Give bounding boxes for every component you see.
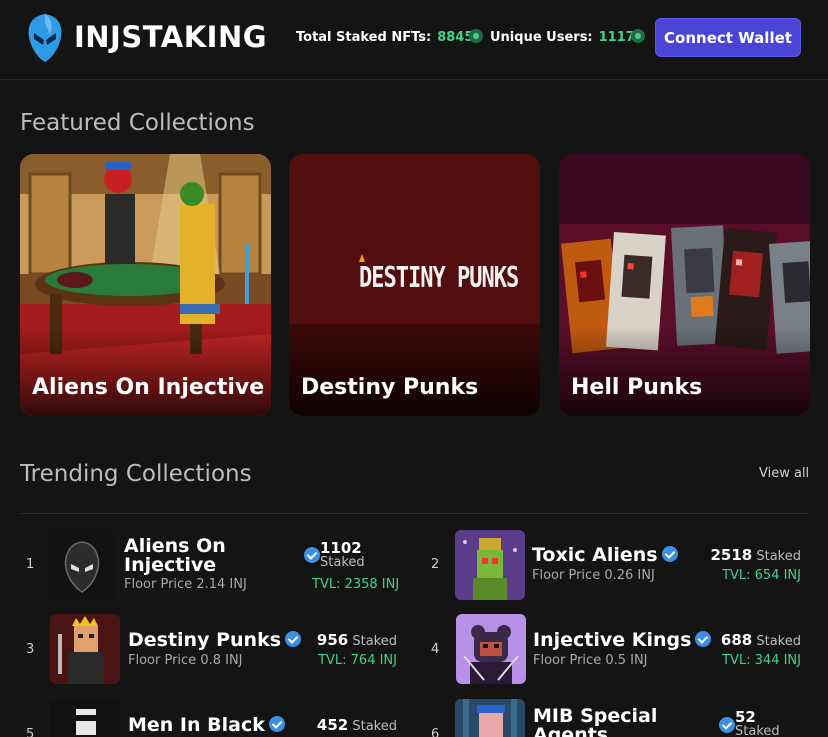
verified-badge-icon	[268, 716, 285, 732]
collection-name-wrap: Men In Black	[128, 716, 285, 735]
staked-label: Staked	[352, 634, 397, 649]
rank-number: 2	[431, 557, 440, 572]
collection-thumbnail	[47, 530, 117, 600]
floor-price: Floor Price 0.5 INJ	[533, 653, 648, 668]
collection-thumbnail	[456, 614, 526, 684]
total-staked-value: 8845	[437, 30, 474, 45]
floor-price: Floor Price 0.26 INJ	[532, 568, 655, 583]
collection-name: Injective Kings	[533, 629, 692, 651]
collection-name-wrap: Injective Kings	[533, 629, 712, 651]
collection-name: Destiny Punks	[128, 629, 282, 651]
staked-label: Staked	[756, 549, 801, 564]
staked-label: Staked	[756, 634, 801, 649]
staked-count: 688	[720, 631, 753, 649]
collection-thumbnail	[455, 699, 525, 737]
tvl-value: TVL: 344 INJ	[722, 653, 801, 668]
rank-number: 1	[26, 557, 35, 572]
featured-collections-title: Featured Collections	[20, 110, 255, 136]
card-overlay	[20, 326, 271, 416]
destiny-punks-logo-text: DESTINY PUNKS	[359, 262, 519, 295]
collection-name-wrap: Toxic Aliens	[532, 546, 678, 565]
staked-info: 2518 Staked	[700, 546, 801, 564]
connect-wallet-button[interactable]: Connect Wallet	[655, 18, 801, 57]
tvl-value: TVL: 764 INJ	[318, 653, 397, 668]
staked-count: 452	[316, 716, 349, 734]
brand-name[interactable]: INJSTAKING	[74, 20, 267, 54]
staked-count: 956	[316, 631, 349, 649]
card-overlay	[559, 326, 810, 416]
floor-price: Floor Price 2.14 INJ	[124, 577, 247, 592]
unique-users-value: 1117	[598, 30, 635, 45]
rank-number: 3	[26, 642, 35, 657]
featured-card-destiny-punks[interactable]: DESTINY PUNKS Destiny Punks	[289, 154, 540, 416]
alien-logo-icon[interactable]	[26, 13, 64, 63]
featured-card-title: Hell Punks	[571, 375, 703, 400]
section-divider	[20, 513, 809, 514]
collection-thumbnail	[50, 699, 120, 737]
collection-name: Men In Black	[128, 714, 265, 736]
collection-thumbnail	[50, 614, 120, 684]
unique-users-stat: Unique Users: 1117	[490, 29, 645, 45]
staked-info: 688 Staked	[700, 631, 801, 649]
view-all-link[interactable]: View all	[759, 466, 809, 481]
live-dot-icon	[469, 29, 484, 43]
featured-card-aliens-on-injective[interactable]: Aliens On Injective	[20, 154, 271, 416]
verified-badge-icon	[661, 546, 678, 562]
featured-card-title: Aliens On Injective	[32, 375, 265, 400]
staked-info: 452 Staked	[296, 716, 397, 734]
top-header: INJSTAKING Total Staked NFTs: 8845 Unique…	[0, 0, 828, 80]
collection-thumbnail	[455, 530, 525, 600]
collection-name-wrap: Destiny Punks	[128, 629, 302, 651]
unique-users-label: Unique Users:	[490, 30, 593, 45]
verified-badge-icon	[304, 547, 320, 563]
trending-collections-title: Trending Collections	[20, 461, 252, 487]
collection-name: Toxic Aliens	[532, 544, 658, 566]
collection-name: MIB Special Agents	[533, 705, 658, 737]
tvl-value: TVL: 654 INJ	[722, 568, 801, 583]
floor-price: Floor Price 0.8 INJ	[128, 653, 243, 668]
staked-count: 2518	[710, 546, 753, 564]
staked-label: Staked	[352, 719, 397, 734]
total-staked-label: Total Staked NFTs:	[296, 30, 432, 45]
featured-card-title: Destiny Punks	[301, 375, 479, 400]
total-staked-stat: Total Staked NFTs: 8845	[296, 29, 484, 45]
rank-number: 4	[431, 642, 440, 657]
card-overlay	[289, 326, 540, 416]
featured-card-hell-punks[interactable]: Hell Punks	[559, 154, 810, 416]
rank-number: 5	[26, 727, 35, 737]
live-dot-icon	[630, 29, 645, 43]
verified-badge-icon	[719, 717, 735, 733]
rank-number: 6	[431, 727, 440, 737]
staked-label: Staked	[320, 555, 365, 570]
staked-info: 956 Staked	[296, 631, 397, 649]
collection-name: Aliens On Injective	[124, 535, 226, 576]
staked-label: Staked	[735, 724, 780, 737]
tvl-value: TVL: 2358 INJ	[312, 577, 400, 592]
